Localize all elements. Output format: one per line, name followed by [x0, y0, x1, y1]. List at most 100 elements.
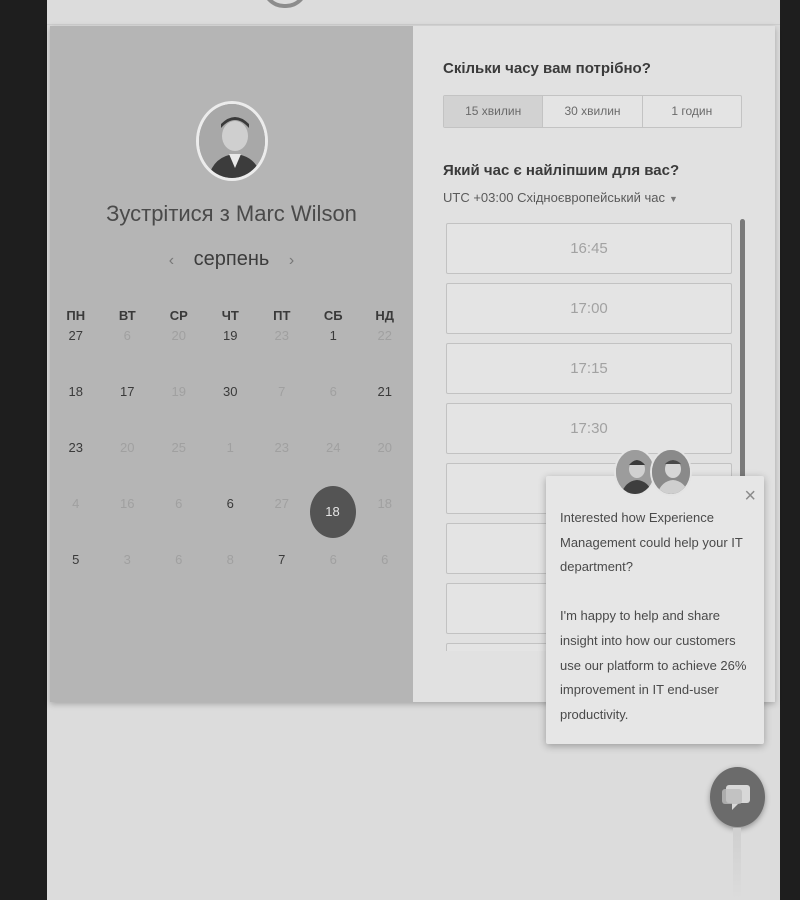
calendar-day: 6 [308, 550, 360, 606]
calendar-week-row: 5 3 6 8 7 6 6 [50, 550, 413, 606]
calendar-day[interactable]: 21 [359, 382, 411, 438]
calendar-day: 19 [153, 382, 205, 438]
calendar-day: 6 [153, 550, 205, 606]
calendar-day-number: 18 [377, 496, 392, 511]
calendar-day-number: 6 [329, 552, 337, 567]
calendar-day: 6 [102, 326, 154, 382]
calendar-day-number: 30 [223, 384, 238, 399]
weekday-header: ПН ВТ СР ЧТ ПТ СБ НД [50, 308, 413, 326]
calendar-day-number: 23 [274, 328, 289, 343]
calendar-day[interactable]: 1 [308, 326, 360, 382]
weekday-label: СБ [323, 308, 343, 323]
person-avatar-icon [199, 104, 265, 178]
host-calendar-panel: Зустрітися з Marc Wilson ‹ серпень › ПН … [50, 26, 413, 702]
calendar-day: 7 [256, 382, 308, 438]
calendar-days: 27 6 20 19 23 1 22 18 17 19 30 7 6 21 23 20 25 1 23 24 20 4 16… [50, 326, 413, 606]
duration-option-15[interactable]: 15 хвилин [444, 96, 544, 127]
calendar-week-row: 27 6 20 19 23 1 22 [50, 326, 413, 382]
calendar-day: 23 [256, 326, 308, 382]
month-navigation: ‹ серпень › [50, 248, 413, 271]
calendar-day-number: 16 [120, 496, 135, 511]
time-question: Який час є найліпшим для вас? [443, 162, 680, 179]
calendar-day-number: 7 [278, 384, 286, 399]
weekday-label: ПН [66, 308, 86, 323]
calendar-day-number: 25 [171, 440, 186, 455]
chat-bubble-icon [722, 785, 750, 810]
duration-selector: 15 хвилин 30 хвилин 1 годин [443, 95, 742, 128]
calendar-day-number: 24 [326, 440, 341, 455]
calendar-day-number: 5 [72, 552, 80, 567]
calendar-day: 6 [308, 382, 360, 438]
weekday-label: НД [375, 308, 395, 323]
calendar-day-number: 20 [377, 440, 392, 455]
time-slot[interactable]: 17:15 [446, 343, 732, 394]
timezone-dropdown[interactable]: UTC +03:00 Східноєвропейський час ▼ [443, 190, 678, 205]
calendar-day-number: 6 [123, 328, 131, 343]
duration-option-30[interactable]: 30 хвилин [543, 96, 643, 127]
calendar-day: 6 [359, 550, 411, 606]
calendar-day-number: 8 [226, 552, 234, 567]
calendar-day-number: 6 [226, 496, 234, 511]
close-icon[interactable]: × [744, 486, 756, 506]
chat-popup: × Interested how Experience Management c… [546, 448, 764, 744]
calendar-day[interactable]: 5 [50, 550, 102, 606]
selected-day[interactable]: 18 [309, 486, 356, 538]
next-month-button[interactable]: › [275, 252, 308, 270]
calendar-day-number: 1 [226, 440, 234, 455]
calendar-day[interactable]: 19 [205, 326, 257, 382]
time-slot[interactable]: 16:45 [446, 223, 732, 274]
time-slot[interactable]: 17:30 [446, 403, 732, 454]
calendar-day-number: 6 [381, 552, 389, 567]
weekday-label: ВТ [118, 308, 136, 323]
month-label: серпень [193, 248, 270, 270]
chat-launcher-button[interactable] [710, 767, 765, 827]
calendar-day[interactable]: 18 [308, 486, 360, 550]
top-strip [47, 0, 780, 25]
calendar-day[interactable]: 17 [102, 382, 154, 438]
calendar-day[interactable]: 23 [50, 438, 102, 494]
caret-down-icon: ▼ [668, 194, 678, 204]
calendar-day-number: 23 [68, 440, 83, 455]
duration-option-60[interactable]: 1 годин [643, 96, 741, 127]
calendar-week-row: 18 17 19 30 7 6 21 [50, 382, 413, 438]
calendar-day: 4 [50, 494, 102, 550]
chat-message: Interested how Experience Management cou… [560, 510, 747, 722]
host-avatar [196, 101, 268, 181]
calendar-day: 16 [102, 494, 154, 550]
slot-list-scrollbar[interactable] [740, 219, 745, 499]
calendar-day-number: 20 [120, 440, 135, 455]
calendar-day[interactable]: 27 [50, 326, 102, 382]
calendar-day[interactable]: 30 [205, 382, 257, 438]
time-slot[interactable]: 17:00 [446, 283, 732, 334]
prev-month-button[interactable]: ‹ [155, 252, 188, 270]
calendar-day: 3 [102, 550, 154, 606]
calendar-day: 20 [153, 326, 205, 382]
calendar-day: 22 [359, 326, 411, 382]
calendar-day-number: 19 [223, 328, 238, 343]
launcher-shadow [733, 828, 741, 900]
weekday-label: СР [169, 308, 188, 323]
calendar-day[interactable]: 6 [205, 494, 257, 550]
weekday-label: ЧТ [221, 308, 239, 323]
calendar-day-number: 21 [377, 384, 392, 399]
calendar-day: 18 [359, 494, 411, 550]
calendar-day: 1 [205, 438, 257, 494]
calendar-day-number: 20 [171, 328, 186, 343]
calendar-day: 27 [256, 494, 308, 550]
calendar-day-number: 1 [329, 328, 337, 343]
calendar-day-number: 23 [274, 440, 289, 455]
weekday-label: ПТ [273, 308, 291, 323]
calendar-day-number: 18 [68, 384, 83, 399]
calendar-day: 25 [153, 438, 205, 494]
calendar-day[interactable]: 7 [256, 550, 308, 606]
calendar-day-number: 6 [175, 552, 183, 567]
calendar-day-number: 27 [274, 496, 289, 511]
calendar-day-number: 7 [278, 552, 286, 567]
calendar-week-row: 23 20 25 1 23 24 20 [50, 438, 413, 494]
calendar-day-number: 6 [175, 496, 183, 511]
logo-icon [262, 0, 308, 8]
meeting-title: Зустрітися з Marc Wilson [106, 201, 357, 226]
calendar-day-number: 22 [377, 328, 392, 343]
calendar-day[interactable]: 18 [50, 382, 102, 438]
calendar-day: 20 [359, 438, 411, 494]
